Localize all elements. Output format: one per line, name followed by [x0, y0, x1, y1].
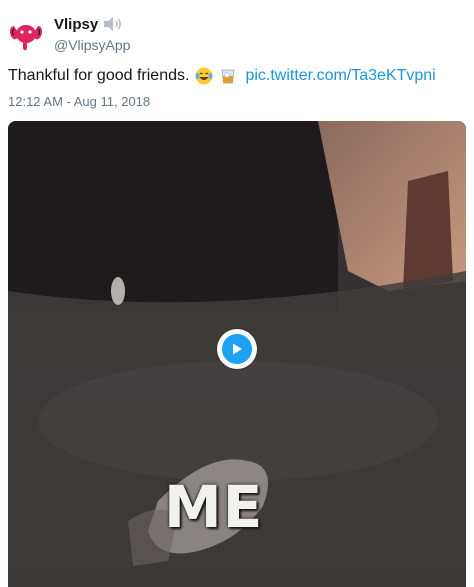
video-caption: ME [164, 473, 264, 541]
tweet-body: Thankful for good friends. [8, 67, 190, 84]
tumbler-glass-emoji-icon [219, 67, 237, 85]
media-video[interactable]: ME [8, 121, 466, 587]
speaker-icon [103, 16, 125, 32]
play-button[interactable] [217, 329, 257, 369]
display-name[interactable]: Vlipsy [54, 16, 98, 33]
author-names: Vlipsy @VlipsyApp [54, 14, 130, 54]
tweet-timestamp[interactable]: 12:12 AM - Aug 11, 2018 [8, 94, 150, 109]
author-handle[interactable]: @VlipsyApp [54, 37, 130, 53]
elephant-logo-icon[interactable] [8, 18, 44, 54]
media-link[interactable]: pic.twitter.com/Ta3eKTvpni [245, 66, 435, 86]
tears-of-joy-emoji-icon [195, 67, 213, 85]
tweet-header: Vlipsy @VlipsyApp [8, 10, 468, 56]
play-icon [222, 334, 252, 364]
tweet-text: Thankful for good friends. pic.twitter.c… [8, 66, 436, 86]
